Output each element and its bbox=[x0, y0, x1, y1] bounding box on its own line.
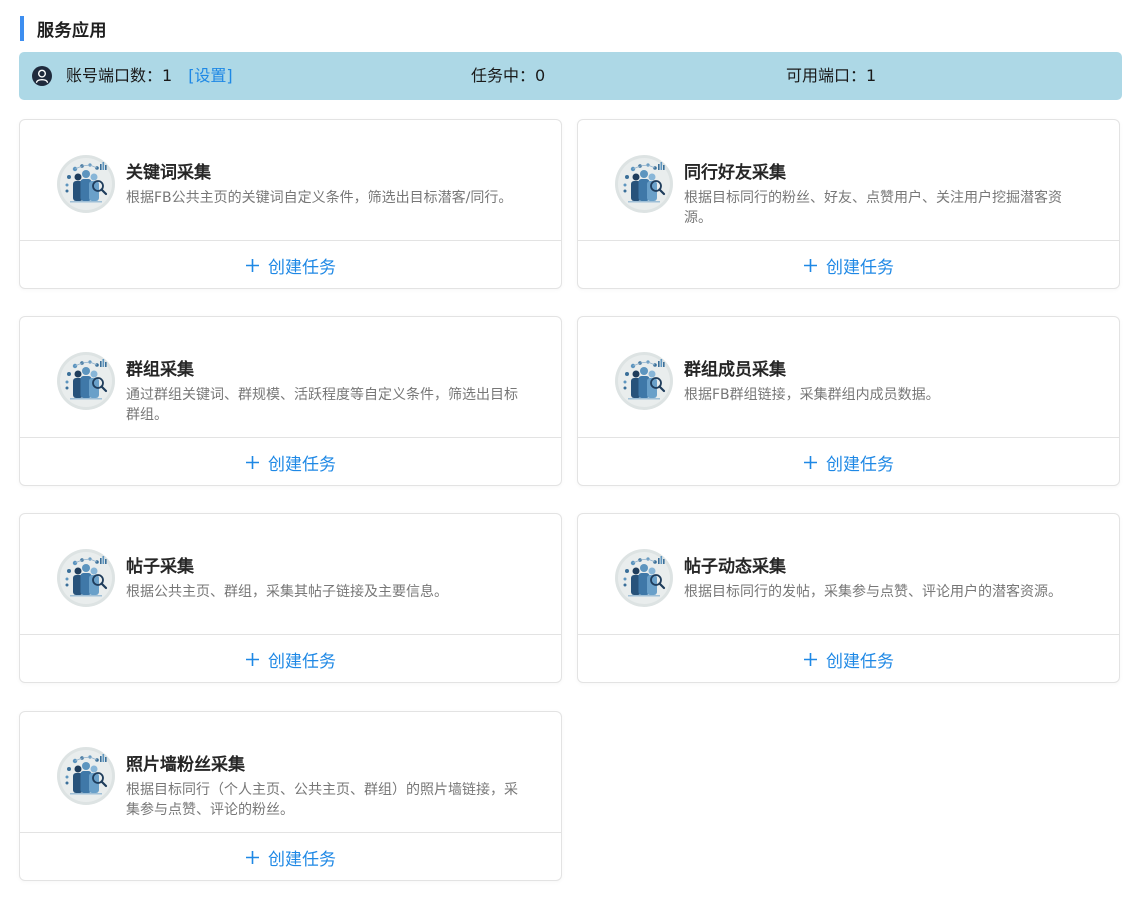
data-analytics-icon bbox=[615, 155, 673, 213]
card-description: 根据FB公共主页的关键词自定义条件，筛选出目标潜客/同行。 bbox=[126, 190, 513, 206]
settings-link[interactable]: [设置] bbox=[188, 66, 233, 85]
create-task-button[interactable]: 创建任务 bbox=[578, 241, 1119, 289]
card-description: 根据公共主页、群组，采集其帖子链接及主要信息。 bbox=[126, 584, 448, 600]
card-post-activity-collection: 帖子动态采集 根据目标同行的发帖，采集参与点赞、评论用户的潜客资源。 创建任务 bbox=[577, 513, 1120, 683]
create-task-label: 创建任务 bbox=[826, 454, 894, 475]
create-task-button[interactable]: 创建任务 bbox=[578, 635, 1119, 683]
card-description: 根据FB群组链接，采集群组内成员数据。 bbox=[684, 387, 940, 403]
tasks-in-progress: 任务中：0 bbox=[471, 66, 546, 85]
create-task-label: 创建任务 bbox=[268, 454, 336, 475]
data-analytics-icon bbox=[615, 549, 673, 607]
create-task-button[interactable]: 创建任务 bbox=[20, 833, 561, 881]
card-title: 照片墙粉丝采集 bbox=[126, 755, 245, 775]
card-peer-friends-collection: 同行好友采集 根据目标同行的粉丝、好友、点赞用户、关注用户挖掘潜客资源。 创建任… bbox=[577, 119, 1120, 289]
plus-icon bbox=[804, 258, 817, 272]
data-analytics-icon bbox=[57, 549, 115, 607]
data-analytics-icon bbox=[615, 352, 673, 410]
create-task-button[interactable]: 创建任务 bbox=[20, 635, 561, 683]
create-task-button[interactable]: 创建任务 bbox=[578, 438, 1119, 486]
create-task-button[interactable]: 创建任务 bbox=[20, 438, 561, 486]
service-apps-page: 服务应用 账号端口数：1 [设置] 任务中：0 可用端口：1 关键词采集 根据FB… bbox=[0, 0, 1137, 905]
card-description: 通过群组关键词、群规模、活跃程度等自定义条件，筛选出目标群组。 bbox=[126, 387, 518, 423]
create-task-label: 创建任务 bbox=[268, 849, 336, 870]
section-title-accent-bar bbox=[20, 16, 24, 41]
card-title: 同行好友采集 bbox=[684, 163, 786, 183]
plus-icon bbox=[804, 455, 817, 469]
data-analytics-icon bbox=[57, 747, 115, 805]
card-title: 关键词采集 bbox=[126, 163, 211, 183]
plus-icon bbox=[246, 258, 259, 272]
user-circle-icon bbox=[32, 66, 52, 86]
card-description: 根据目标同行（个人主页、公共主页、群组）的照片墙链接，采集参与点赞、评论的粉丝。 bbox=[126, 782, 518, 818]
create-task-button[interactable]: 创建任务 bbox=[20, 241, 561, 289]
card-title: 帖子动态采集 bbox=[684, 557, 786, 577]
card-title: 群组成员采集 bbox=[684, 360, 786, 380]
card-keyword-collection: 关键词采集 根据FB公共主页的关键词自定义条件，筛选出目标潜客/同行。 创建任务 bbox=[19, 119, 562, 289]
available-ports: 可用端口：1 bbox=[786, 66, 877, 85]
data-analytics-icon bbox=[57, 155, 115, 213]
card-title: 帖子采集 bbox=[126, 557, 194, 577]
account-info-bar: 账号端口数：1 [设置] 任务中：0 可用端口：1 bbox=[19, 52, 1122, 100]
create-task-label: 创建任务 bbox=[826, 651, 894, 672]
plus-icon bbox=[246, 850, 259, 864]
card-description: 根据目标同行的粉丝、好友、点赞用户、关注用户挖掘潜客资源。 bbox=[684, 190, 1062, 226]
create-task-label: 创建任务 bbox=[268, 651, 336, 672]
account-ports-count: 账号端口数：1 bbox=[66, 66, 173, 85]
card-post-collection: 帖子采集 根据公共主页、群组，采集其帖子链接及主要信息。 创建任务 bbox=[19, 513, 562, 683]
section-header: 服务应用 bbox=[20, 16, 107, 41]
create-task-label: 创建任务 bbox=[826, 257, 894, 278]
plus-icon bbox=[804, 652, 817, 666]
card-title: 群组采集 bbox=[126, 360, 194, 380]
card-group-collection: 群组采集 通过群组关键词、群规模、活跃程度等自定义条件，筛选出目标群组。 创建任… bbox=[19, 316, 562, 486]
card-photo-wall-fans-collection: 照片墙粉丝采集 根据目标同行（个人主页、公共主页、群组）的照片墙链接，采集参与点… bbox=[19, 711, 562, 881]
card-description: 根据目标同行的发帖，采集参与点赞、评论用户的潜客资源。 bbox=[684, 584, 1062, 600]
section-title: 服务应用 bbox=[37, 21, 107, 41]
create-task-label: 创建任务 bbox=[268, 257, 336, 278]
account-ports-item: 账号端口数：1 [设置] bbox=[66, 52, 233, 100]
plus-icon bbox=[246, 455, 259, 469]
data-analytics-icon bbox=[57, 352, 115, 410]
plus-icon bbox=[246, 652, 259, 666]
card-group-members-collection: 群组成员采集 根据FB群组链接，采集群组内成员数据。 创建任务 bbox=[577, 316, 1120, 486]
